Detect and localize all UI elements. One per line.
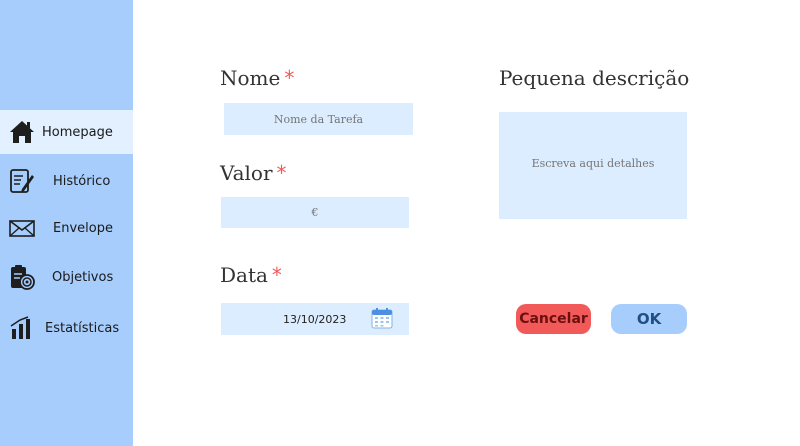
- sidebar-item-objetivos[interactable]: Objetivos: [0, 255, 133, 299]
- history-icon: [10, 169, 34, 193]
- date-label-text: Data: [220, 263, 268, 287]
- sidebar-item-envelope[interactable]: Envelope: [0, 206, 133, 250]
- description-label: Pequena descrição: [499, 66, 690, 90]
- description-input[interactable]: [499, 112, 687, 219]
- cancel-button[interactable]: Cancelar: [516, 304, 591, 334]
- sidebar-item-label: Homepage: [42, 124, 113, 140]
- date-label: Data *: [220, 263, 282, 287]
- sidebar-item-estatisticas[interactable]: Estatísticas: [0, 306, 133, 350]
- sidebar: Homepage Histórico Envelope Objetivos Es…: [0, 0, 133, 446]
- home-icon: [10, 121, 34, 143]
- required-mark: *: [271, 263, 282, 287]
- sidebar-item-label: Histórico: [53, 173, 111, 189]
- name-input[interactable]: [224, 103, 413, 135]
- task-form: Nome* Valor* Data* 13/10/2023 Pequena de…: [133, 0, 800, 446]
- required-mark: *: [276, 161, 287, 185]
- date-input[interactable]: 13/10/2023: [221, 303, 409, 335]
- sidebar-item-label: Objetivos: [52, 269, 114, 285]
- value-input[interactable]: [221, 197, 409, 228]
- stats-icon: [10, 316, 30, 339]
- sidebar-item-label: Envelope: [53, 220, 113, 236]
- calendar-icon[interactable]: [371, 307, 393, 329]
- date-value: 13/10/2023: [283, 313, 347, 326]
- sidebar-item-label: Estatísticas: [45, 320, 120, 336]
- name-label: Nome *: [220, 66, 294, 90]
- required-mark: *: [284, 66, 295, 90]
- sidebar-item-historico[interactable]: Histórico: [0, 159, 133, 203]
- objectives-icon: [11, 265, 35, 290]
- ok-button[interactable]: OK: [611, 304, 687, 334]
- value-label-text: Valor: [220, 161, 273, 185]
- sidebar-item-homepage[interactable]: Homepage: [0, 110, 133, 154]
- name-label-text: Nome: [220, 66, 281, 90]
- value-label: Valor *: [220, 161, 287, 185]
- envelope-icon: [9, 220, 35, 237]
